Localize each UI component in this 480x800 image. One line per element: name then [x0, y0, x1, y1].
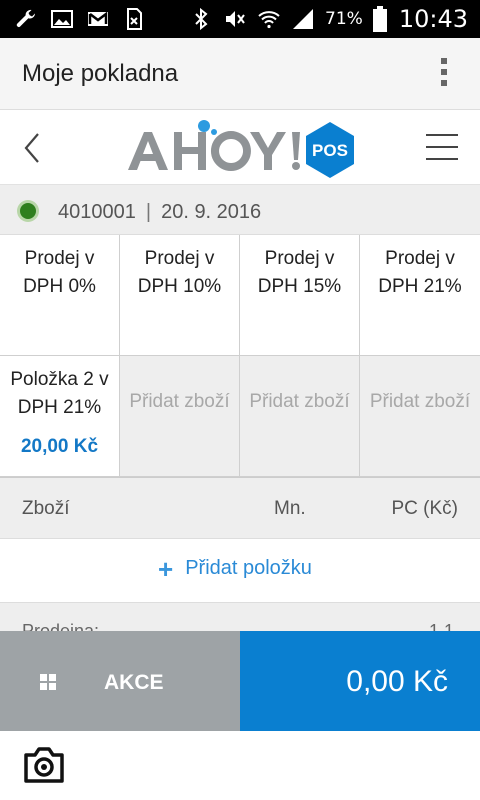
quick-items-grid: Prodej v DPH 0% Prodej v DPH 10% Prodej …: [0, 235, 480, 477]
tile-label: Položka 2 v DPH 21%: [10, 369, 109, 418]
dot-icon: [441, 58, 447, 64]
dot-icon: [441, 80, 447, 86]
wifi-icon: [258, 11, 280, 29]
back-chevron-icon[interactable]: [18, 128, 48, 168]
tile-label: Prodej v DPH 21%: [378, 248, 462, 297]
summary-strip: Prodejna: 1 1: [0, 603, 480, 631]
quick-item-tile[interactable]: Prodej v DPH 15%: [240, 235, 360, 356]
app-title: Moje pokladna: [22, 60, 179, 87]
tile-label: Přidat zboží: [369, 391, 471, 412]
tile-label: Prodej v DPH 15%: [257, 248, 342, 297]
mute-icon: [226, 11, 245, 27]
pay-total-button[interactable]: 0,00 Kč: [240, 631, 480, 731]
battery-percent: 71%: [325, 9, 363, 29]
app-bar: Moje pokladna: [0, 38, 480, 110]
add-product-tile[interactable]: Přidat zboží: [120, 356, 240, 477]
quick-item-tile[interactable]: Prodej v DPH 21%: [360, 235, 480, 356]
register-info: 4010001 | 20. 9. 2016: [58, 201, 261, 224]
summary-value: 1 1: [428, 621, 454, 631]
tile-label: Přidat zboží: [249, 391, 350, 412]
gmail-icon: [88, 11, 108, 26]
quick-item-tile[interactable]: Prodej v DPH 0%: [0, 235, 120, 356]
tile-label: Prodej v DPH 0%: [23, 248, 96, 297]
wrench-icon: [16, 9, 35, 27]
plus-icon: +: [158, 553, 174, 584]
add-item-button[interactable]: + Přidat položku: [158, 553, 312, 584]
receipt-columns-header: Zboží Mn. PC (Kč): [0, 477, 480, 539]
tile-price: 20,00 Kč: [20, 436, 99, 457]
add-item-row[interactable]: + Přidat položku: [0, 539, 480, 603]
separator: |: [145, 201, 152, 223]
add-product-tile[interactable]: Přidat zboží: [360, 356, 480, 477]
column-price: PC (Kč): [391, 498, 459, 519]
overflow-menu-button[interactable]: [436, 58, 452, 92]
akce-button[interactable]: AKCE: [0, 631, 240, 731]
quick-item-tile[interactable]: Položka 2 v DPH 21% 20,00 Kč: [0, 356, 120, 477]
bluetooth-icon: [195, 7, 208, 31]
column-item: Zboží: [22, 498, 70, 519]
summary-label: Prodejna:: [22, 621, 100, 631]
register-id: 4010001: [58, 201, 136, 223]
hamburger-menu-button[interactable]: [426, 134, 458, 162]
image-icon: [51, 10, 73, 28]
ahoy-pos-logo: POS: [128, 120, 354, 178]
register-date: 20. 9. 2016: [161, 201, 262, 223]
sim-icon: [127, 8, 142, 30]
battery-icon: [372, 6, 387, 32]
tile-label: Přidat zboží: [129, 391, 230, 412]
grid-icon: [40, 674, 56, 690]
tile-label: Prodej v DPH 10%: [137, 248, 222, 297]
bottom-bar: [0, 731, 480, 800]
camera-icon[interactable]: [22, 743, 66, 787]
menu-line: [426, 158, 458, 160]
add-item-label: Přidat položku: [185, 557, 312, 579]
akce-label: AKCE: [104, 671, 164, 694]
quick-item-tile[interactable]: Prodej v DPH 10%: [120, 235, 240, 356]
dot-icon: [441, 69, 447, 75]
column-quantity: Mn.: [274, 498, 306, 519]
clock: 10:43: [398, 5, 468, 33]
menu-line: [426, 146, 458, 148]
action-bar: AKCE 0,00 Kč: [0, 631, 480, 731]
logo-badge-text: POS: [312, 141, 348, 160]
menu-line: [426, 134, 458, 136]
register-status: 4010001 | 20. 9. 2016: [0, 185, 480, 235]
signal-icon: [293, 9, 314, 29]
total-amount: 0,00 Kč: [346, 665, 448, 698]
pos-header: POS: [0, 110, 480, 185]
online-status-icon: [20, 203, 36, 219]
android-status-bar: 71% 10:43: [0, 0, 480, 38]
add-product-tile[interactable]: Přidat zboží: [240, 356, 360, 477]
